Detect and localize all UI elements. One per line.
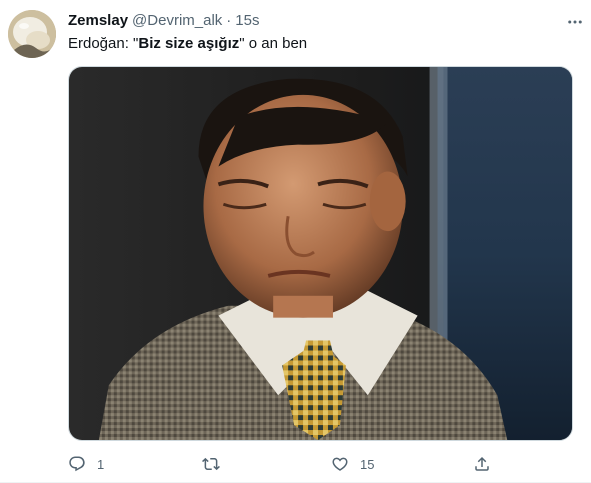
- tweet-header: Zemslay @Devrim_alk · 15s: [68, 11, 579, 31]
- share-button[interactable]: [473, 452, 491, 476]
- avatar[interactable]: [8, 10, 56, 58]
- retweet-button[interactable]: [202, 452, 231, 476]
- like-count: 15: [360, 456, 375, 472]
- retweet-icon: [202, 457, 220, 471]
- tweet-actions: 1 15: [68, 452, 498, 476]
- timestamp[interactable]: 15s: [235, 11, 259, 31]
- more-dots-icon: [568, 20, 582, 24]
- like-button[interactable]: 15: [331, 452, 374, 476]
- heart-icon: [332, 457, 348, 471]
- reply-count: 1: [97, 456, 105, 472]
- more-options-button[interactable]: [565, 12, 585, 32]
- tweet-text: Erdoğan: "Biz size aşığız" o an ben: [68, 34, 575, 54]
- photo-boy-eyes-closed: [69, 67, 572, 440]
- tweet-text-after: " o an ben: [239, 35, 308, 52]
- tweet-media-image[interactable]: [68, 66, 573, 441]
- tweet-text-before: Erdoğan: ": [68, 35, 139, 52]
- display-name[interactable]: Zemslay: [68, 11, 128, 31]
- user-handle[interactable]: @Devrim_alk: [132, 11, 222, 31]
- separator-dot: ·: [226, 12, 232, 29]
- share-icon: [475, 456, 489, 471]
- tweet[interactable]: Zemslay @Devrim_alk · 15s Erdoğan: "Biz …: [0, 0, 591, 483]
- reply-button[interactable]: 1: [68, 452, 104, 476]
- tweet-text-bold: Biz size aşığız: [138, 35, 240, 52]
- reply-bubble-icon: [69, 456, 85, 472]
- avatar-image: [8, 10, 56, 58]
